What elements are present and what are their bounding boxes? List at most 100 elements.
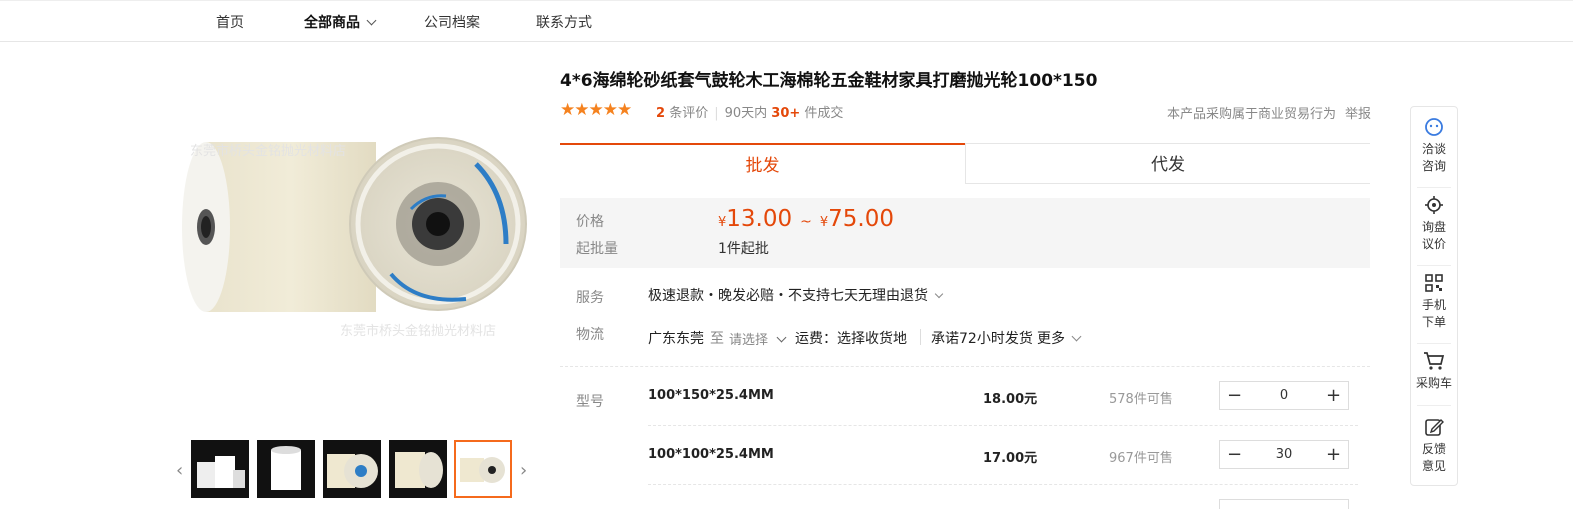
chevron-down-icon [776,332,787,343]
service-label: 服务 [576,290,604,306]
price-min: 13.00 [726,206,793,232]
divider [920,329,921,345]
chevron-down-icon [934,289,944,299]
divider [648,425,1358,426]
more-label: 更多 [1037,331,1065,347]
sidebar-label: 反馈 [1421,442,1446,456]
service-value[interactable]: 极速退款・晚发必赔・不支持七天无理由退货 [648,285,944,305]
thumbnail[interactable] [323,440,381,498]
divider [1417,343,1451,344]
quantity-input[interactable]: 0 [1249,382,1319,409]
thumbnail[interactable] [257,440,315,498]
qrcode-icon [1425,274,1443,292]
sales-period: 90天内 [724,106,768,121]
divider [560,366,1370,367]
sidebar-label: 洽谈 [1421,142,1446,156]
sidebar-label: 咨询 [1421,159,1446,173]
minus-button[interactable]: − [1220,382,1249,409]
logistics-label: 物流 [576,327,604,343]
sidebar-label: 询盘 [1421,220,1446,234]
thumbnail[interactable] [191,440,249,498]
nav-all-products[interactable]: 全部商品 [304,12,377,32]
destination-select[interactable]: 请选择 [729,329,787,348]
minus-button[interactable]: − [1220,441,1249,468]
rating-summary: 2 条评价 | 90天内 30+ 件成交 [656,106,844,121]
sidebar-label: 意见 [1421,459,1446,473]
edit-icon [1425,419,1444,436]
divider [1417,187,1451,188]
thumbnail-image [395,452,443,488]
currency-symbol: ¥ [819,215,829,230]
thumbnail-selected[interactable] [454,440,512,498]
moq-label: 起批量 [576,241,618,257]
cart-icon [1424,352,1445,370]
sidebar-inquiry[interactable]: 询盘 议价 [1411,195,1457,253]
sidebar-label: 采购车 [1415,376,1452,390]
logistics-more[interactable]: 更多 [1037,328,1082,348]
plus-button[interactable]: + [1319,382,1348,409]
price-box: 价格 ¥13.00 ~ ¥75.00 起批量 1件起批 [560,198,1370,268]
purchase-tabs: 批发 代发 [560,143,1370,187]
thumbnail-image [460,457,505,483]
destination-placeholder: 请选择 [729,333,769,348]
chevron-left-icon[interactable]: ‹ [176,460,183,481]
reviews-label[interactable]: 条评价 [669,106,708,121]
plus-button[interactable]: + [1319,441,1348,468]
price-tilde: ~ [800,214,812,230]
trade-note: 本产品采购属于商业贸易行为 [1167,107,1337,122]
thumbnail-strip: ‹ › [174,440,534,500]
thumbnail-image [197,456,245,488]
price-max: 75.00 [828,206,895,232]
sales-label: 件成交 [804,106,844,121]
thumbnail-image [327,454,378,488]
sku-name: 100*100*25.4MM [648,447,774,462]
chevron-right-icon[interactable]: › [520,460,527,481]
nav-company-profile[interactable]: 公司档案 [424,12,480,32]
tab-wholesale[interactable]: 批发 [560,143,965,187]
sidebar-cart[interactable]: 采购车 [1411,351,1457,392]
quantity-stepper: − 0 + [1219,381,1349,410]
sidebar-label: 手机 [1421,298,1446,312]
tab-dropship[interactable]: 代发 [965,143,1370,184]
nav-home[interactable]: 首页 [216,12,244,32]
reviews-count[interactable]: 2 [656,106,665,121]
quantity-stepper: − 30 + [1219,440,1349,469]
price-label: 价格 [576,214,604,230]
quantity-stepper [1219,499,1349,509]
ship-to-label: 至 [710,331,724,347]
chat-icon [1425,118,1443,136]
sidebar-label: 议价 [1421,237,1446,251]
floating-sidebar: 洽谈 咨询 询盘 议价 手机 下单 采购车 反馈 意见 [1410,106,1458,486]
moq-value: 1件起批 [718,241,769,257]
sales-count: 30+ [771,106,801,121]
watermark-top: 东莞市桥头金铭抛光材料店 [190,144,347,159]
thumbnail-image [271,446,301,490]
sidebar-feedback[interactable]: 反馈 意见 [1411,417,1457,475]
sidebar-chat[interactable]: 洽谈 咨询 [1411,117,1457,175]
ship-from: 广东东莞 [648,331,704,347]
divider [648,484,1358,485]
sku-name: 100*150*25.4MM [648,388,774,403]
sku-stock: 967件可售 [1109,451,1173,466]
divider [1417,405,1451,406]
rating-stars-icon: ★★★★★ [560,100,632,120]
top-nav: 首页 全部商品 公司档案 联系方式 [0,0,1573,42]
sidebar-label: 下单 [1421,315,1446,329]
sidebar-mobile-order[interactable]: 手机 下单 [1411,273,1457,331]
quantity-input[interactable]: 30 [1249,441,1319,468]
report-link[interactable]: 举报 [1345,103,1371,122]
sku-stock: 578件可售 [1109,392,1173,407]
shipping-fee: 运费：选择收货地 [795,331,907,347]
ship-promise: 承诺72小时发货 [931,331,1033,347]
chevron-down-icon [1071,331,1082,342]
divider [1417,265,1451,266]
price-range: ¥13.00 ~ ¥75.00 [718,206,894,232]
service-text: 极速退款・晚发必赔・不支持七天无理由退货 [648,288,928,304]
sku-label: 型号 [576,394,604,410]
sku-price: 17.00元 [983,451,1038,466]
sku-price: 18.00元 [983,392,1038,407]
target-icon [1425,196,1443,214]
watermark-bottom: 东莞市桥头金铭抛光材料店 [340,324,497,339]
nav-contact[interactable]: 联系方式 [536,12,592,32]
thumbnail[interactable] [389,440,447,498]
